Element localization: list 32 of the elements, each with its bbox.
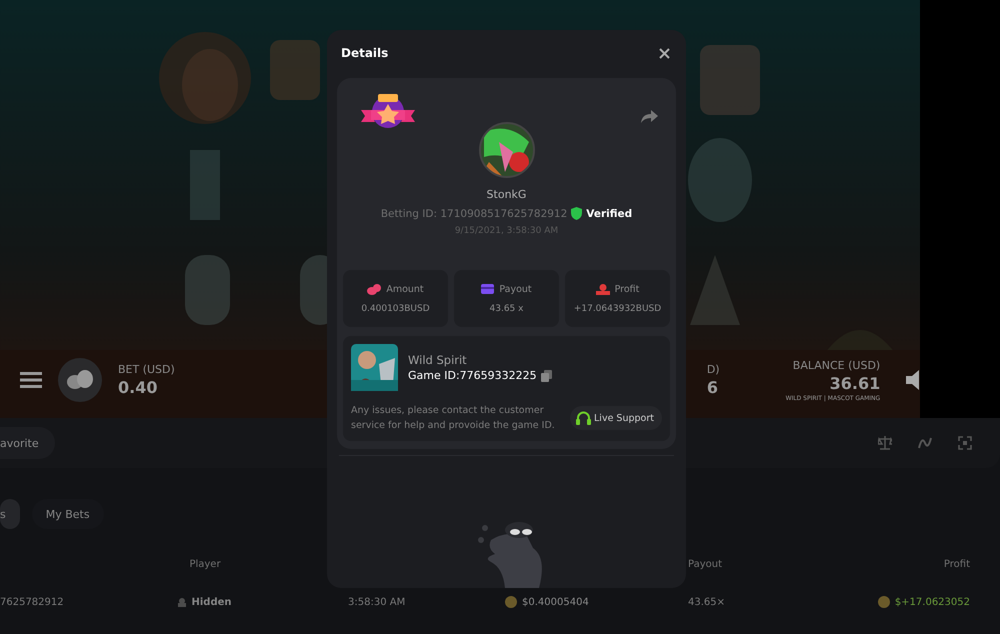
tab[interactable]: My Bets bbox=[32, 499, 104, 529]
copy-icon[interactable] bbox=[540, 370, 552, 382]
coin-icon bbox=[878, 596, 890, 608]
bet-value: 0.40 bbox=[118, 378, 158, 397]
scales-icon[interactable] bbox=[878, 436, 892, 450]
fullscreen-icon[interactable] bbox=[958, 436, 972, 450]
tab[interactable]: s bbox=[0, 499, 20, 529]
bet-label: BET (USD) bbox=[118, 363, 175, 376]
coins-icon bbox=[67, 370, 93, 390]
table-cell-text: 43.65× bbox=[687, 596, 726, 610]
headset-icon bbox=[576, 411, 592, 425]
menu-icon[interactable] bbox=[20, 372, 42, 388]
column-header: Profit bbox=[944, 558, 970, 570]
favorite-button[interactable]: avorite bbox=[0, 427, 55, 459]
game-name: Wild Spirit bbox=[408, 353, 467, 367]
game-id: Game ID:77659332225 bbox=[408, 369, 537, 382]
column-header: Player bbox=[189, 558, 221, 570]
support-note: Any issues, please contact the customer service for help and provoide the game ID. bbox=[351, 404, 556, 433]
table-cell: $+17.0623052 bbox=[870, 582, 970, 622]
column-header: Payout bbox=[688, 558, 722, 570]
bet-button[interactable] bbox=[58, 358, 102, 402]
coin-icon bbox=[505, 596, 517, 608]
balance-value: 36.61 bbox=[830, 374, 880, 392]
table-cell: Hidden bbox=[150, 582, 260, 622]
incognito-icon bbox=[178, 598, 186, 606]
balance-label: BALANCE (USD) bbox=[792, 358, 880, 372]
live-support-button[interactable]: Live Support bbox=[570, 406, 662, 430]
table-cell-text: 3:58:30 AM bbox=[347, 596, 406, 610]
win-label: D) bbox=[706, 363, 720, 376]
table-cell-text: 7625782912 bbox=[0, 596, 65, 610]
wave-icon[interactable] bbox=[918, 436, 932, 450]
win-value: 6 bbox=[706, 378, 718, 397]
